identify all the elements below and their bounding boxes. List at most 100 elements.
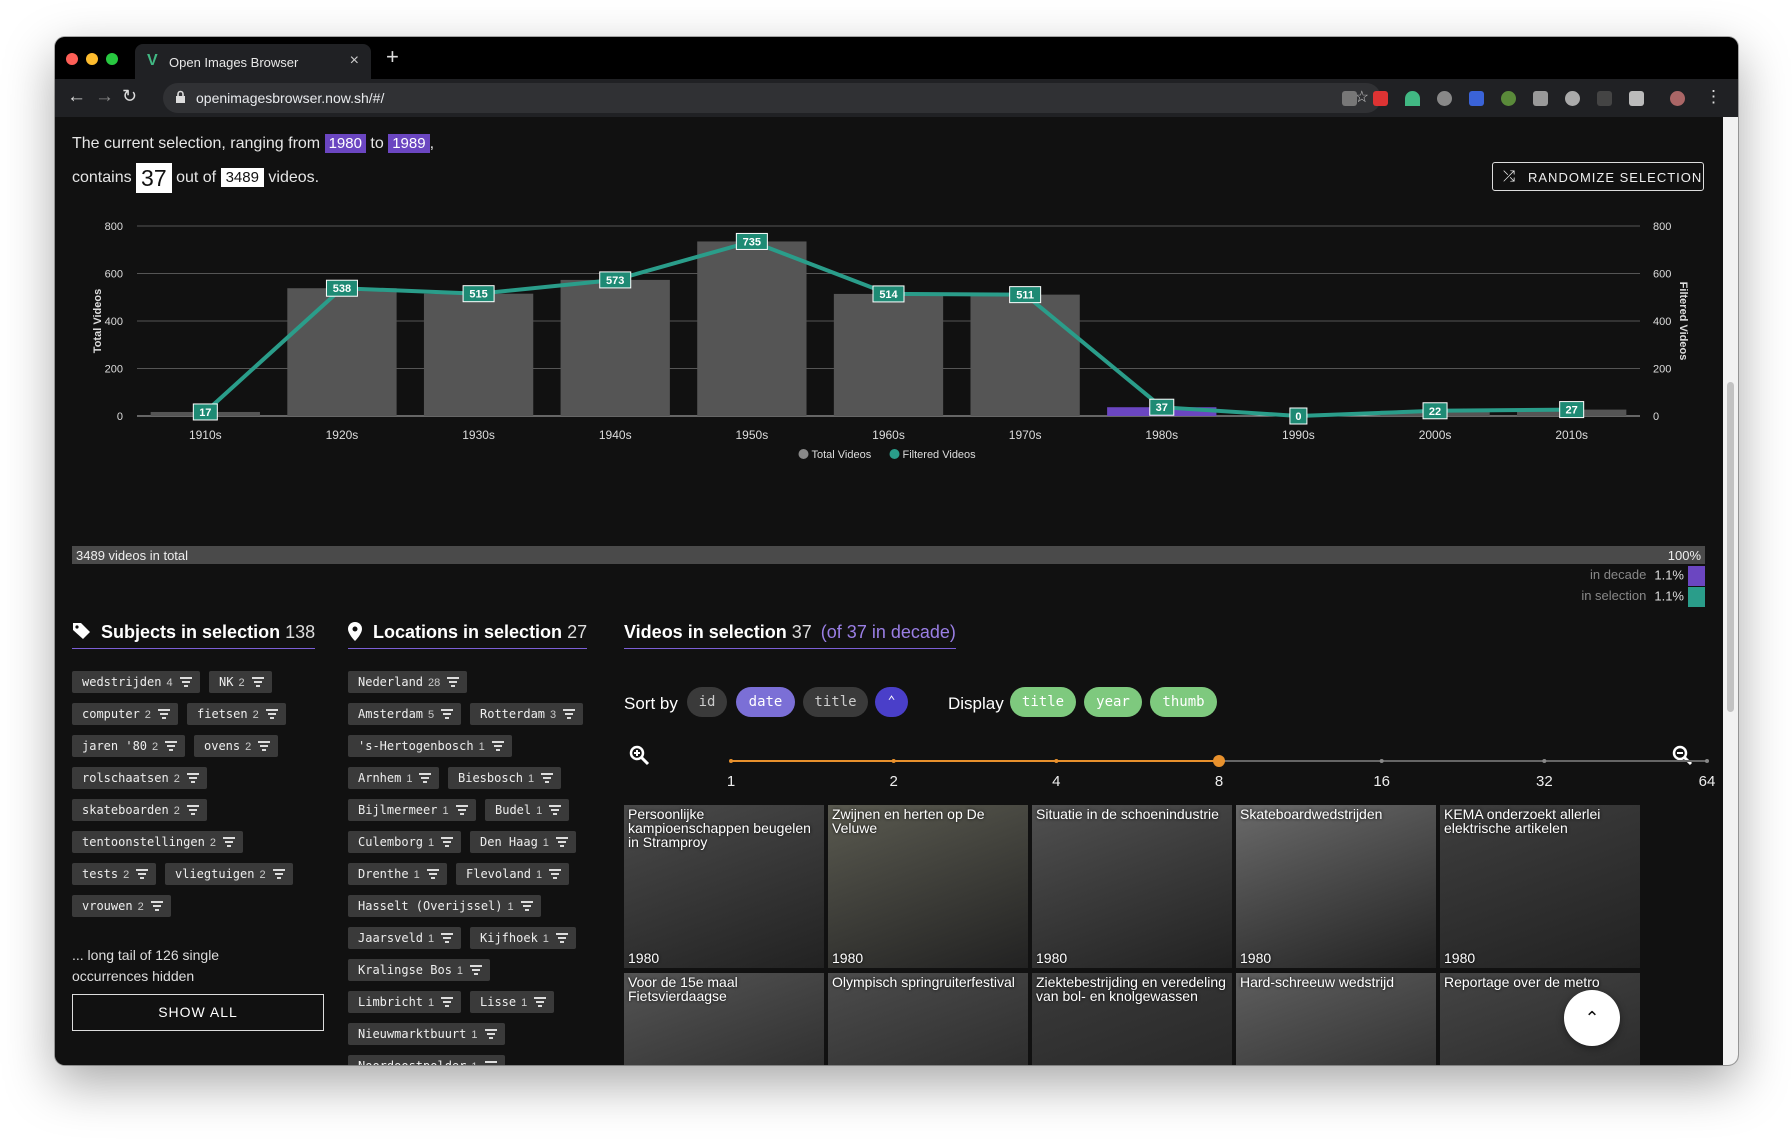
filter-icon[interactable] [265, 707, 278, 719]
sort-id-button[interactable]: id [687, 687, 727, 717]
tag-lisse[interactable]: Lisse 1 [470, 991, 555, 1013]
filter-icon[interactable] [179, 675, 192, 687]
bar-1970s[interactable] [970, 294, 1080, 416]
extension-grid-icon[interactable] [1597, 91, 1612, 106]
tag-rolschaatsen[interactable]: rolschaatsen 2 [72, 767, 207, 789]
videos-decade-note[interactable]: (of 37 in decade) [821, 622, 956, 642]
tag-hasselt-overijssel-[interactable]: Hasselt (Overijssel) 1 [348, 895, 541, 917]
filter-icon[interactable] [165, 739, 178, 751]
display-title-toggle[interactable]: title [1010, 687, 1076, 717]
filter-icon[interactable] [258, 739, 271, 751]
new-tab-button[interactable]: + [386, 44, 399, 70]
filter-icon[interactable] [455, 803, 468, 815]
video-card[interactable]: Persoonlijke kampioenschappen beugelen i… [624, 805, 824, 968]
slider-handle[interactable] [1213, 755, 1225, 767]
back-icon[interactable]: ← [67, 87, 86, 106]
tag-nk[interactable]: NK 2 [209, 671, 272, 693]
randomize-selection-button[interactable]: ⤮ RANDOMIZE SELECTION [1492, 162, 1704, 191]
extension-red-icon[interactable] [1373, 91, 1388, 106]
video-card[interactable]: KEMA onderzoekt allerlei elektrische art… [1440, 805, 1640, 968]
filter-icon[interactable] [534, 995, 547, 1007]
tag-noordoostpolder[interactable]: Noordoostpolder 1 [348, 1055, 505, 1065]
video-card[interactable]: Skateboardwedstrijden 1980 [1236, 805, 1436, 968]
display-thumb-toggle[interactable]: thumb [1150, 687, 1217, 717]
filter-icon[interactable] [541, 771, 554, 783]
zoom-in-icon[interactable] [629, 745, 651, 772]
filter-icon[interactable] [222, 835, 235, 847]
reload-icon[interactable]: ↻ [122, 87, 137, 106]
video-card[interactable]: Situatie in de schoenindustrie 1980 [1032, 805, 1232, 968]
tag-computer[interactable]: computer 2 [72, 703, 178, 725]
page-scrollbar[interactable] [1723, 117, 1738, 1065]
menu-kebab-icon[interactable]: ⋮ [1705, 87, 1722, 106]
filter-icon[interactable] [272, 867, 285, 879]
tag-vliegtuigen[interactable]: vliegtuigen 2 [165, 863, 293, 885]
filter-icon[interactable] [186, 803, 199, 815]
slider-tick[interactable] [891, 759, 896, 763]
bar-1940s[interactable] [560, 279, 670, 416]
close-window-icon[interactable] [66, 53, 78, 65]
filter-icon[interactable] [150, 899, 163, 911]
filter-icon[interactable] [555, 835, 568, 847]
close-tab-icon[interactable]: × [350, 52, 359, 70]
extension-pocket-icon[interactable] [1437, 91, 1452, 106]
filter-icon[interactable] [484, 1059, 497, 1065]
extension-atom-icon[interactable] [1565, 91, 1580, 106]
maximize-window-icon[interactable] [106, 53, 118, 65]
filter-icon[interactable] [549, 803, 562, 815]
slider-tick[interactable] [1379, 759, 1384, 763]
filter-icon[interactable] [441, 995, 454, 1007]
extension-chat-icon[interactable] [1342, 91, 1357, 106]
filter-icon[interactable] [426, 867, 439, 879]
tag-fietsen[interactable]: fietsen 2 [187, 703, 286, 725]
filter-icon[interactable] [549, 867, 562, 879]
filter-icon[interactable] [441, 835, 454, 847]
filter-icon[interactable] [251, 675, 264, 687]
filter-icon[interactable] [563, 707, 576, 719]
tag-flevoland[interactable]: Flevoland 1 [456, 863, 570, 885]
extension-printer-icon[interactable] [1629, 91, 1644, 106]
tag-rotterdam[interactable]: Rotterdam 3 [470, 703, 584, 725]
filter-icon[interactable] [136, 867, 149, 879]
display-year-toggle[interactable]: year [1084, 687, 1142, 717]
decade-chart[interactable]: 0 0 200 200 400 400 600 600 800 800 Total Videos Fi… [55, 207, 1723, 547]
extension-camera-icon[interactable] [1533, 91, 1548, 106]
filter-icon[interactable] [419, 771, 432, 783]
browser-tab[interactable]: V Open Images Browser × [135, 44, 371, 79]
slider-tick[interactable] [1542, 759, 1547, 763]
bar-1920s[interactable] [287, 288, 397, 416]
tag-nederland[interactable]: Nederland 28 [348, 671, 468, 693]
video-card[interactable]: Hard-schreeuw wedstrijd [1236, 973, 1436, 1065]
tag-drenthe[interactable]: Drenthe 1 [348, 863, 447, 885]
filter-icon[interactable] [470, 963, 483, 975]
filter-icon[interactable] [186, 771, 199, 783]
extension-leaf-icon[interactable] [1501, 91, 1516, 106]
tag-limbricht[interactable]: Limbricht 1 [348, 991, 462, 1013]
tag-wedstrijden[interactable]: wedstrijden 4 [72, 671, 200, 693]
tag-nieuwmarktbuurt[interactable]: Nieuwmarktbuurt 1 [348, 1023, 505, 1045]
filter-icon[interactable] [484, 1027, 497, 1039]
tag-budel[interactable]: Budel 1 [485, 799, 570, 821]
tag-kralingse-bos[interactable]: Kralingse Bos 1 [348, 959, 491, 981]
extension-vue-icon[interactable] [1405, 91, 1420, 106]
bar-1960s[interactable] [833, 293, 944, 416]
tag-skateboarden[interactable]: skateboarden 2 [72, 799, 207, 821]
sort-date-button[interactable]: date [736, 687, 795, 717]
tag-vrouwen[interactable]: vrouwen 2 [72, 895, 171, 917]
video-card[interactable]: Voor de 15e maal Fietsvierdaagse [624, 973, 824, 1065]
tag-jaren-80[interactable]: jaren '80 2 [72, 735, 186, 757]
tag-tests[interactable]: tests 2 [72, 863, 157, 885]
tag-culemborg[interactable]: Culemborg 1 [348, 831, 462, 853]
filter-icon[interactable] [157, 707, 170, 719]
minimize-window-icon[interactable] [86, 53, 98, 65]
filter-icon[interactable] [555, 931, 568, 943]
scroll-to-top-button[interactable]: ⌃ [1564, 990, 1620, 1046]
tag-amsterdam[interactable]: Amsterdam 5 [348, 703, 462, 725]
video-card[interactable]: Zwijnen en herten op De Veluwe 1980 [828, 805, 1028, 968]
tag-den-haag[interactable]: Den Haag 1 [470, 831, 576, 853]
video-card[interactable]: Olympisch springruiterfestival [828, 973, 1028, 1065]
filter-icon[interactable] [491, 739, 504, 751]
scrollbar-thumb[interactable] [1727, 382, 1734, 712]
forward-icon[interactable]: → [95, 87, 114, 106]
zoom-slider[interactable]: 1 2 4 8 16 32 64 [676, 745, 1723, 805]
